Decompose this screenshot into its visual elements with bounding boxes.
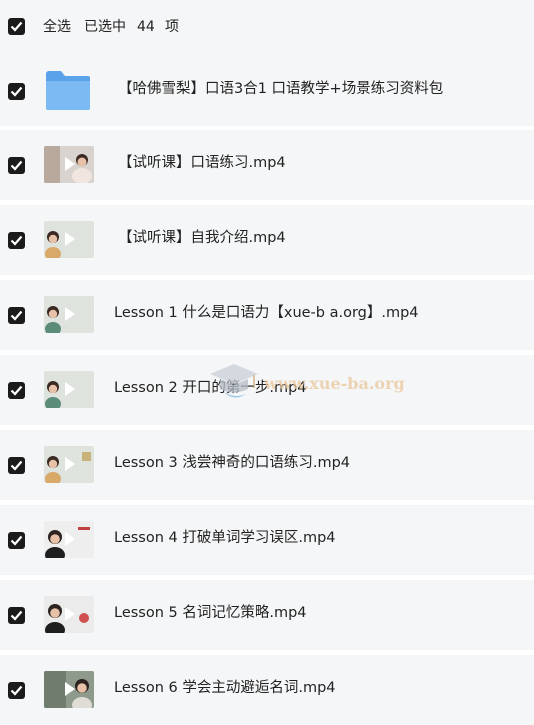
list-item[interactable]: Lesson 1 什么是口语力【xue-b a.org】.mp4 xyxy=(0,280,534,350)
file-name[interactable]: 【试听课】自我介绍.mp4 xyxy=(118,228,286,248)
item-checkbox[interactable] xyxy=(8,382,25,399)
file-name[interactable]: Lesson 4 打破单词学习误区.mp4 xyxy=(114,528,336,548)
check-icon xyxy=(10,535,23,546)
video-thumbnail xyxy=(44,296,94,333)
item-checkbox[interactable] xyxy=(8,607,25,624)
file-name[interactable]: Lesson 1 什么是口语力【xue-b a.org】.mp4 xyxy=(114,303,419,323)
video-thumbnail xyxy=(44,446,94,483)
check-icon xyxy=(10,235,23,246)
list-item[interactable]: Lesson 6 学会主动避逅名词.mp4 xyxy=(0,655,534,725)
list-item[interactable]: 【哈佛雪梨】口语3合1 口语教学+场景练习资料包 xyxy=(0,56,534,126)
list-item[interactable]: 【试听课】口语练习.mp4 xyxy=(0,130,534,200)
selected-label: 已选中 xyxy=(84,19,126,35)
selected-unit: 项 xyxy=(165,19,179,35)
item-checkbox[interactable] xyxy=(8,457,25,474)
selected-count: 44 xyxy=(137,19,155,35)
video-thumbnail xyxy=(44,521,94,558)
video-thumbnail xyxy=(44,671,94,708)
item-checkbox[interactable] xyxy=(8,682,25,699)
item-checkbox[interactable] xyxy=(8,157,25,174)
video-thumbnail xyxy=(44,371,94,408)
list-item[interactable]: 【试听课】自我介绍.mp4 xyxy=(0,205,534,275)
video-thumbnail xyxy=(44,596,94,633)
file-name[interactable]: Lesson 6 学会主动避逅名词.mp4 xyxy=(114,678,336,698)
video-thumbnail xyxy=(44,146,94,183)
graduation-cap-icon xyxy=(210,364,258,398)
check-icon xyxy=(10,21,23,32)
item-checkbox[interactable] xyxy=(8,532,25,549)
folder-icon xyxy=(46,71,90,110)
check-icon xyxy=(10,685,23,696)
select-all-checkbox[interactable] xyxy=(8,18,25,35)
check-icon xyxy=(10,160,23,171)
video-thumbnail xyxy=(44,221,94,258)
file-name[interactable]: Lesson 5 名词记忆策略.mp4 xyxy=(114,603,307,623)
check-icon xyxy=(10,610,23,621)
list-item[interactable]: Lesson 4 打破单词学习误区.mp4 xyxy=(0,505,534,575)
file-name[interactable]: 【试听课】口语练习.mp4 xyxy=(118,153,286,173)
item-checkbox[interactable] xyxy=(8,83,25,100)
selection-header: 全选 已选中 44 项 xyxy=(0,0,534,57)
list-item[interactable]: Lesson 3 浅尝神奇的口语练习.mp4 xyxy=(0,430,534,500)
check-icon xyxy=(10,460,23,471)
check-icon xyxy=(10,86,23,97)
item-checkbox[interactable] xyxy=(8,232,25,249)
file-name[interactable]: 【哈佛雪梨】口语3合1 口语教学+场景练习资料包 xyxy=(118,79,443,99)
check-icon xyxy=(10,385,23,396)
file-name[interactable]: Lesson 3 浅尝神奇的口语练习.mp4 xyxy=(114,453,350,473)
watermark: www.xue-ba.org xyxy=(206,358,405,408)
check-icon xyxy=(10,310,23,321)
watermark-text: www.xue-ba.org xyxy=(264,374,405,393)
select-all-label[interactable]: 全选 xyxy=(43,18,71,36)
list-item[interactable]: Lesson 5 名词记忆策略.mp4 xyxy=(0,580,534,650)
item-checkbox[interactable] xyxy=(8,307,25,324)
